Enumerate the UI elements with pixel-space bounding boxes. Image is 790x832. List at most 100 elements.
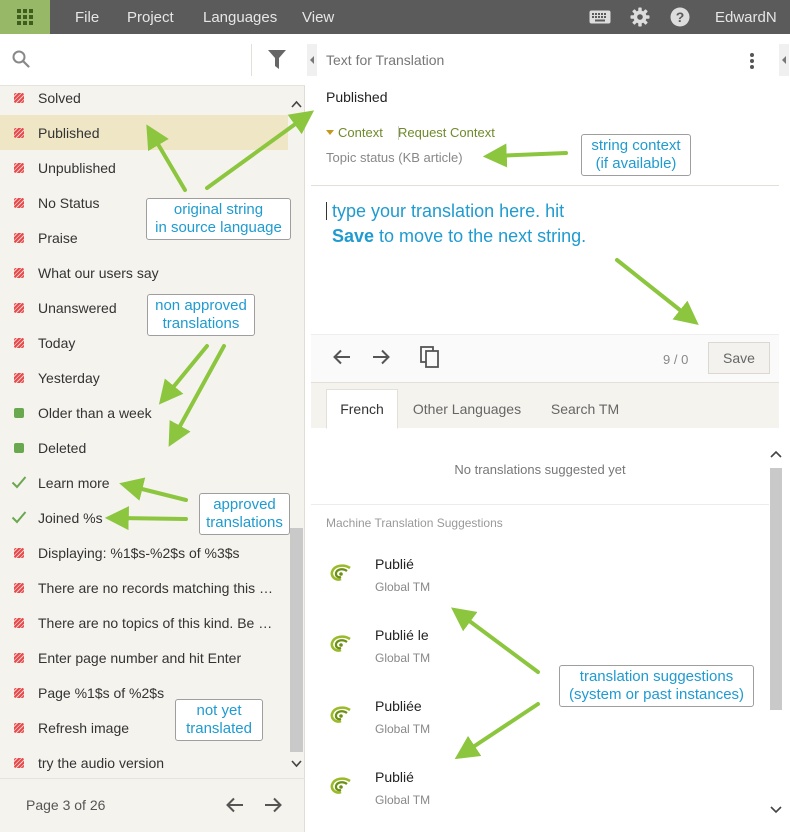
untranslated-status-icon [14,548,24,558]
annotation-original-string-line2: in source language [155,219,282,236]
untranslated-status-icon [14,653,24,663]
request-context-link[interactable]: Request Context [398,125,495,140]
suggestion-item[interactable]: Publié Global TM [311,769,769,832]
section-divider [311,185,779,186]
list-item[interactable]: Yesterday [0,360,288,395]
list-item[interactable]: There are no records matching this s... [0,570,288,605]
annotation-type-here: type your translation here. hit Save to … [332,199,586,249]
untranslated-status-icon [14,128,24,138]
filter-divider [251,44,252,76]
help-icon[interactable]: ? [669,6,691,28]
suggestion-item[interactable]: Publié Global TM [311,556,769,626]
context-toggle[interactable]: Context [326,125,383,140]
list-item[interactable]: Unpublished [0,150,288,185]
list-scrollbar[interactable] [288,86,305,778]
gear-icon[interactable] [629,6,651,28]
collapse-right-panel-handle[interactable] [779,44,789,76]
menu-project[interactable]: Project [127,0,174,34]
approved-check-icon [11,511,27,524]
text-cursor [326,202,327,220]
list-item-label: Yesterday [38,369,100,386]
list-item-label: Deleted [38,439,87,456]
list-item[interactable]: try the audio version [0,745,288,780]
suggestions-scrollbar[interactable] [769,434,783,832]
menu-file[interactable]: File [75,0,99,34]
annotation-not-yet-line1: not yet [196,702,242,719]
annotation-save-word: Save [332,226,375,246]
more-options-icon[interactable] [749,52,755,73]
next-string-icon[interactable] [372,349,390,368]
annotation-non-approved-line1: non approved [155,297,247,314]
list-item[interactable]: Deleted [0,430,288,465]
top-bar: File Project Languages View ? EdwardN [0,0,790,34]
list-item[interactable]: Solved [0,80,288,115]
apps-button[interactable] [0,0,50,34]
scroll-down-icon[interactable] [770,806,782,814]
untranslated-status-icon [14,688,24,698]
list-item-label: What our users say [38,264,159,281]
list-item[interactable]: What our users say [0,255,288,290]
menu-languages[interactable]: Languages [203,0,277,34]
suggestion-tabs: French Other Languages Search TM [311,382,779,429]
annotation-suggestions-line2: (system or past instances) [568,686,745,703]
list-item-label: Displaying: %1$s-%2$s of %3$s [38,544,240,561]
annotation-translation-suggestions: translation suggestions (system or past … [559,665,754,707]
annotation-approved: approved translations [199,493,290,535]
untranslated-status-icon [14,618,24,628]
list-item[interactable]: Published [0,115,288,150]
prev-page-icon[interactable] [226,797,244,816]
untranslated-status-icon [14,303,24,313]
list-item-label: try the audio version [38,754,165,771]
previous-string-icon[interactable] [333,349,351,368]
suggestion-text: Publié [375,769,414,785]
annotation-type-here-line2: Save to move to the next string. [332,224,586,249]
tab-search-tm[interactable]: Search TM [539,389,631,429]
list-item[interactable]: There are no topics of this kind. Be th.… [0,605,288,640]
annotation-not-yet-line2: translated [186,720,252,737]
list-item[interactable]: Enter page number and hit Enter [0,640,288,675]
editor-toolbar: 9 / 0 Save [311,334,779,382]
keyboard-icon[interactable] [589,6,611,28]
list-item[interactable]: Displaying: %1$s-%2$s of %3$s [0,535,288,570]
translation-panel: Text for Translation Published Context R… [311,34,782,832]
list-item[interactable]: Older than a week [0,395,288,430]
copy-source-icon[interactable] [420,346,440,371]
suggestion-text: Publié [375,556,414,572]
filter-icon[interactable] [268,50,286,73]
request-context-label: Request Context [398,125,495,140]
next-page-icon[interactable] [264,797,282,816]
suggestions-scrollbar-thumb[interactable] [770,468,782,710]
annotation-approved-line1: approved [213,496,276,513]
annotation-string-context-line2: (if available) [595,155,677,172]
tab-french[interactable]: French [326,389,398,429]
untranslated-status-icon [14,163,24,173]
search-row [0,34,305,86]
suggestion-source: Global TM [375,793,431,807]
scroll-down-icon[interactable] [291,760,302,768]
scroll-up-icon[interactable] [770,450,782,458]
search-input[interactable] [40,46,240,74]
annotation-type-here-line2-rest: to move to the next string. [374,226,587,246]
annotation-original-string: original string in source language [146,198,291,240]
machine-translation-icon [330,564,352,585]
mt-divider [311,504,769,505]
search-icon [12,50,30,71]
context-text: Topic status (KB article) [326,150,463,165]
save-button[interactable]: Save [708,342,770,374]
untranslated-status-icon [14,93,24,103]
list-item-label: Published [38,124,100,141]
menu-view[interactable]: View [302,0,334,34]
suggestion-text: Publié le [375,627,429,643]
context-toggle-label: Context [338,125,383,140]
machine-translation-icon [330,777,352,798]
annotation-string-context: string context (if available) [581,134,691,176]
username[interactable]: EdwardN [715,0,777,34]
list-item-label: Learn more [38,474,110,491]
suggestion-item[interactable]: Publiée Global TM [311,698,769,768]
tab-other-languages[interactable]: Other Languages [405,389,529,429]
pager: Page 3 of 26 [0,778,305,832]
list-scrollbar-thumb[interactable] [290,528,303,752]
annotation-original-string-line1: original string [173,201,264,218]
mt-section-title: Machine Translation Suggestions [326,516,503,530]
scroll-up-icon[interactable] [291,100,302,108]
